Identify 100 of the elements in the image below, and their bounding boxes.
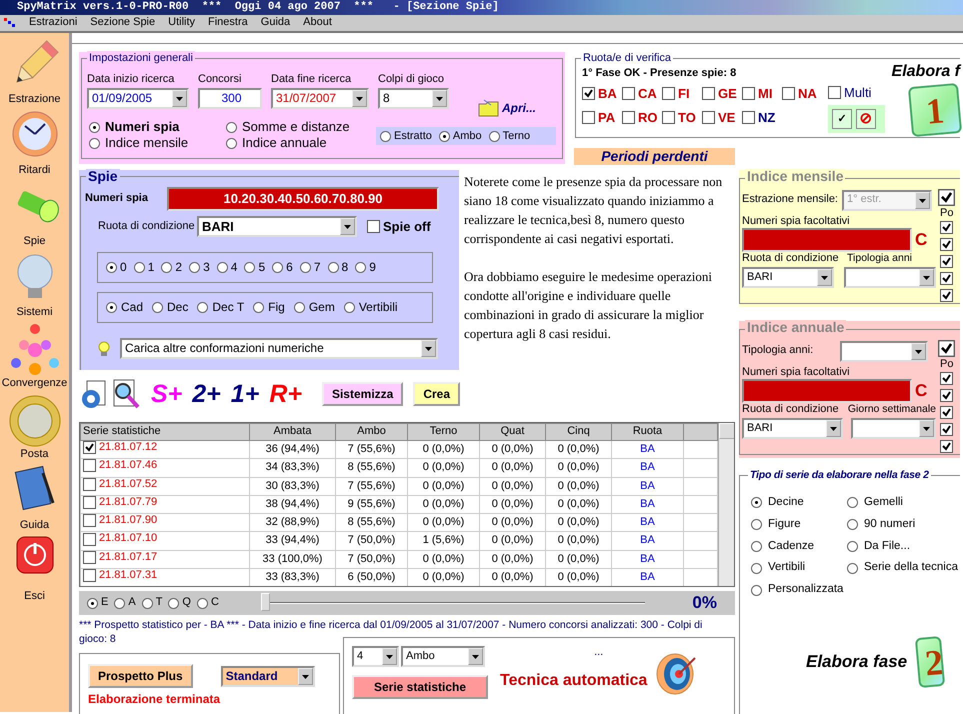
- radio-button[interactable]: [847, 519, 858, 530]
- group-option[interactable]: Dec: [167, 300, 188, 315]
- draw-count-field[interactable]: 300: [198, 88, 262, 110]
- play-option[interactable]: Terno: [502, 130, 530, 143]
- create-button[interactable]: Crea: [413, 382, 460, 406]
- column-header[interactable]: Quat: [480, 424, 546, 440]
- wheel-label[interactable]: TO: [678, 110, 696, 126]
- phase-two-button[interactable]: 2: [914, 636, 946, 688]
- clear-button[interactable]: C: [915, 380, 928, 402]
- series-button[interactable]: Serie statistiche: [352, 675, 488, 699]
- radio-button[interactable]: [751, 519, 762, 530]
- wheel-label[interactable]: NZ: [758, 110, 776, 126]
- digit-option[interactable]: 7: [314, 260, 320, 275]
- radio-button[interactable]: [226, 122, 237, 133]
- menu-item[interactable]: Utility: [168, 16, 196, 30]
- series-option[interactable]: Gemelli: [864, 496, 903, 510]
- wheel-dropdown[interactable]: BARI: [742, 418, 843, 440]
- radio-button[interactable]: [134, 262, 145, 273]
- radio-button[interactable]: [197, 302, 208, 313]
- folder-icon[interactable]: [478, 99, 500, 118]
- radio-button[interactable]: [328, 262, 338, 273]
- digit-option[interactable]: 5: [258, 260, 266, 275]
- checkbox[interactable]: [940, 255, 953, 268]
- wheel-label[interactable]: GE: [718, 86, 737, 102]
- checkbox[interactable]: [83, 496, 96, 509]
- wheel-label[interactable]: RO: [638, 110, 658, 126]
- radio-button[interactable]: [142, 598, 153, 608]
- checkbox[interactable]: [582, 111, 595, 124]
- digit-option[interactable]: 9: [369, 260, 376, 275]
- magnifier-icon[interactable]: [111, 378, 141, 410]
- sidebar-label[interactable]: Guida: [20, 519, 50, 532]
- mode-option[interactable]: Indice mensile: [105, 135, 188, 152]
- conformations-dropdown[interactable]: Carica altre conformazioni numeriche: [120, 338, 438, 359]
- radio-button[interactable]: [106, 262, 117, 273]
- checkbox[interactable]: [622, 111, 635, 124]
- arrange-button[interactable]: Sistemizza: [322, 382, 404, 406]
- checkbox[interactable]: [940, 406, 953, 420]
- checkbox[interactable]: [702, 87, 715, 100]
- radio-button[interactable]: [226, 138, 237, 149]
- checkbox[interactable]: [83, 532, 96, 546]
- bet-dropdown[interactable]: Ambo: [401, 646, 485, 667]
- series-option[interactable]: Personalizzata: [768, 583, 844, 597]
- series-option[interactable]: Serie della tecnica: [864, 561, 958, 576]
- radio-button[interactable]: [751, 540, 762, 552]
- caret-icon[interactable]: [432, 90, 447, 108]
- sidebar-label[interactable]: Posta: [20, 448, 49, 462]
- checkbox[interactable]: [940, 423, 953, 436]
- slider-option[interactable]: Q: [182, 596, 191, 610]
- radio-button[interactable]: [161, 262, 172, 273]
- caret-icon[interactable]: [352, 90, 367, 108]
- phase-one-button[interactable]: 1: [908, 82, 962, 138]
- cancel-button[interactable]: ⊘: [856, 109, 876, 130]
- series-option[interactable]: Da File...: [864, 540, 910, 554]
- optional-numbers-field[interactable]: [742, 228, 912, 252]
- radio-button[interactable]: [114, 598, 126, 608]
- open-link[interactable]: Apri...: [502, 100, 536, 116]
- start-date-dropdown[interactable]: 01/09/2005: [87, 88, 189, 110]
- checkbox[interactable]: [83, 514, 96, 528]
- menu-item[interactable]: About: [303, 16, 332, 30]
- confirm-button[interactable]: ✓: [832, 109, 852, 130]
- radio-button[interactable]: [355, 262, 366, 273]
- count-dropdown[interactable]: 4: [352, 646, 399, 667]
- style-dropdown[interactable]: Standard: [220, 666, 315, 686]
- checkbox[interactable]: [782, 87, 795, 100]
- tool-button[interactable]: 2+: [192, 380, 221, 408]
- series-option[interactable]: Figure: [768, 518, 801, 532]
- checkbox[interactable]: [702, 111, 715, 124]
- end-date-dropdown[interactable]: 31/07/2007: [271, 88, 369, 110]
- column-header[interactable]: Cinq: [546, 424, 612, 440]
- checkbox[interactable]: [938, 340, 955, 357]
- wheel-dropdown[interactable]: BARI: [197, 216, 357, 237]
- radio-button[interactable]: [168, 598, 180, 608]
- shots-dropdown[interactable]: 8: [378, 88, 449, 110]
- menu-item[interactable]: Estrazioni: [29, 16, 78, 30]
- checkbox[interactable]: [940, 221, 953, 234]
- sidebar-label[interactable]: Spie: [23, 235, 46, 248]
- digit-option[interactable]: 8: [342, 260, 348, 275]
- radio-button[interactable]: [380, 130, 391, 142]
- sidebar-label[interactable]: Convergenze: [2, 377, 68, 390]
- mode-option[interactable]: Numeri spia: [105, 119, 180, 136]
- caret-icon[interactable]: [468, 648, 483, 665]
- digit-option[interactable]: 1: [148, 260, 154, 275]
- checkbox[interactable]: [582, 87, 595, 100]
- radio-button[interactable]: [87, 598, 98, 608]
- wheel-label[interactable]: BA: [598, 86, 617, 102]
- column-header[interactable]: Ambo: [336, 424, 408, 440]
- group-option[interactable]: Gem: [308, 300, 335, 315]
- wheel-label[interactable]: VE: [718, 110, 736, 126]
- series-option[interactable]: Vertibili: [768, 561, 806, 576]
- slider-option[interactable]: T: [156, 596, 162, 610]
- column-header[interactable]: Terno: [408, 424, 480, 440]
- radio-button[interactable]: [244, 262, 256, 273]
- tool-button[interactable]: R+: [269, 380, 302, 408]
- radio-button[interactable]: [253, 302, 264, 313]
- radio-button[interactable]: [751, 562, 762, 574]
- checkbox[interactable]: [828, 86, 841, 100]
- scrollbar[interactable]: [718, 423, 734, 586]
- radio-button[interactable]: [438, 130, 450, 142]
- checkbox[interactable]: [83, 478, 96, 491]
- column-header[interactable]: Serie statistiche: [80, 424, 250, 440]
